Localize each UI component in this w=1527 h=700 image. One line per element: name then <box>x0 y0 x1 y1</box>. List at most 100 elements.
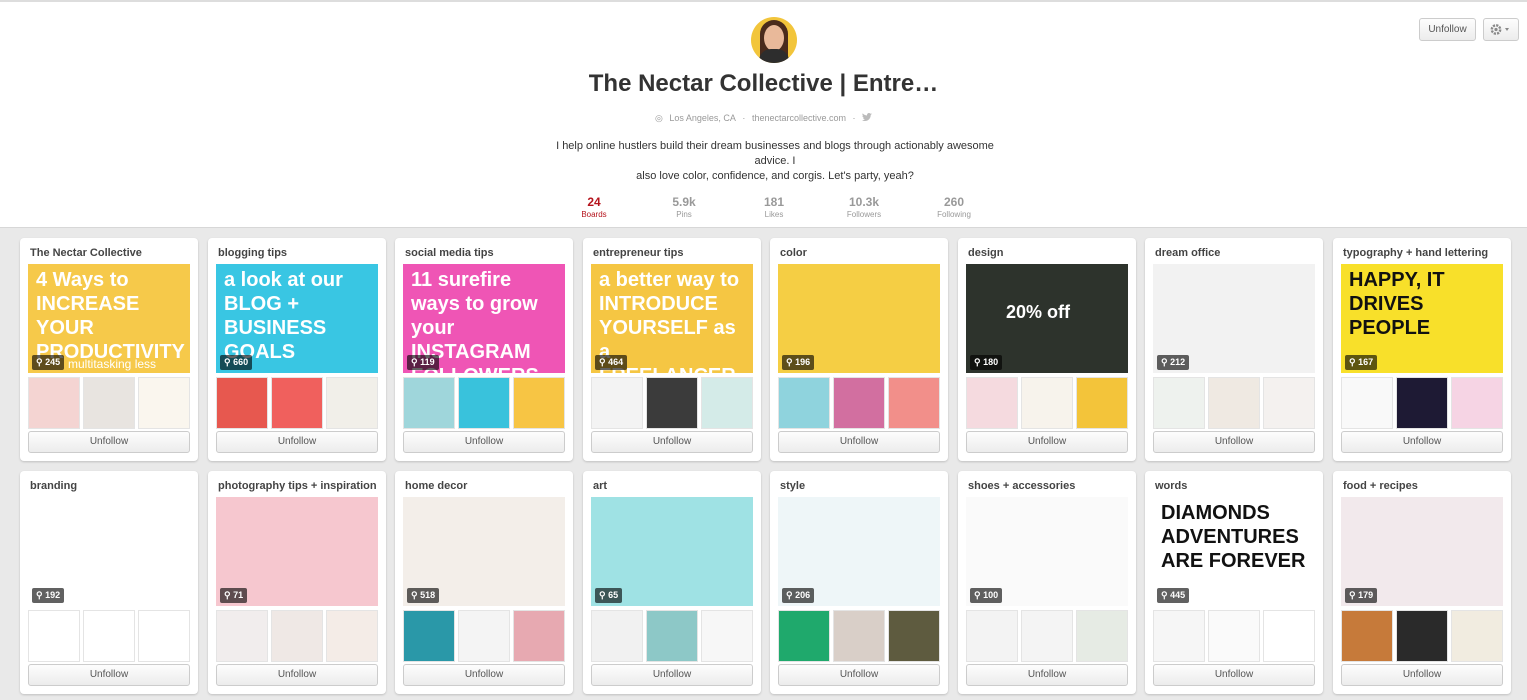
board-name[interactable]: home decor <box>405 480 565 492</box>
unfollow-board-button[interactable]: Unfollow <box>591 664 753 686</box>
board-name[interactable]: style <box>780 480 940 492</box>
board-card[interactable]: typography + hand lettering HAPPY, IT DRI… <box>1333 238 1511 461</box>
unfollow-board-button[interactable]: Unfollow <box>966 431 1128 453</box>
board-thumbnail[interactable] <box>1208 610 1260 662</box>
unfollow-board-button[interactable]: Unfollow <box>778 431 940 453</box>
stat-pins[interactable]: 5.9k Pins <box>654 195 714 219</box>
board-card[interactable]: dream office ⚲ 212 Unfollow <box>1145 238 1323 461</box>
board-thumbnail[interactable] <box>1396 610 1448 662</box>
unfollow-board-button[interactable]: Unfollow <box>1341 664 1503 686</box>
board-thumbnail[interactable] <box>1076 377 1128 429</box>
board-thumbnail[interactable] <box>1021 610 1073 662</box>
board-name[interactable]: art <box>593 480 753 492</box>
board-name[interactable]: shoes + accessories <box>968 480 1128 492</box>
board-thumbnail[interactable] <box>138 377 190 429</box>
board-cover-image[interactable]: 20% off ⚲ 180 <box>966 264 1128 373</box>
unfollow-profile-button[interactable]: Unfollow <box>1419 18 1476 41</box>
board-card[interactable]: art ⚲ 65 Unfollow <box>583 471 761 694</box>
board-thumbnail[interactable] <box>271 610 323 662</box>
board-card[interactable]: words DIAMONDS ADVENTURES ARE FOREVER ⚲ 44… <box>1145 471 1323 694</box>
board-thumbnail[interactable] <box>458 610 510 662</box>
unfollow-board-button[interactable]: Unfollow <box>1153 431 1315 453</box>
twitter-icon[interactable] <box>862 113 873 123</box>
board-thumbnail[interactable] <box>28 610 80 662</box>
board-thumbnail[interactable] <box>1396 377 1448 429</box>
board-thumbnail[interactable] <box>778 377 830 429</box>
stat-following[interactable]: 260 Following <box>924 195 984 219</box>
board-card[interactable]: photography tips + inspiration ⚲ 71 Unfoll… <box>208 471 386 694</box>
board-name[interactable]: photography tips + inspiration <box>218 480 378 492</box>
board-thumbnail[interactable] <box>1021 377 1073 429</box>
board-card[interactable]: blogging tips a look at our BLOG + BUSINE… <box>208 238 386 461</box>
board-thumbnail[interactable] <box>28 377 80 429</box>
board-name[interactable]: entrepreneur tips <box>593 247 753 259</box>
board-thumbnail[interactable] <box>966 610 1018 662</box>
board-name[interactable]: typography + hand lettering <box>1343 247 1503 259</box>
board-card[interactable]: food + recipes ⚲ 179 Unfollow <box>1333 471 1511 694</box>
board-thumbnail[interactable] <box>701 377 753 429</box>
stat-boards[interactable]: 24 Boards <box>564 195 624 219</box>
board-card[interactable]: branding ⚲ 192 Unfollow <box>20 471 198 694</box>
board-name[interactable]: branding <box>30 480 190 492</box>
board-cover-image[interactable]: 4 Ways to INCREASE YOUR PRODUCTIVITY mult… <box>28 264 190 373</box>
settings-menu-button[interactable] <box>1483 18 1519 41</box>
board-thumbnail[interactable] <box>646 610 698 662</box>
board-cover-image[interactable]: ⚲ 212 <box>1153 264 1315 373</box>
board-name[interactable]: blogging tips <box>218 247 378 259</box>
board-thumbnail[interactable] <box>513 377 565 429</box>
board-thumbnail[interactable] <box>326 377 378 429</box>
unfollow-board-button[interactable]: Unfollow <box>591 431 753 453</box>
board-card[interactable]: color ⚲ 196 Unfollow <box>770 238 948 461</box>
board-card[interactable]: home decor ⚲ 518 Unfollow <box>395 471 573 694</box>
board-name[interactable]: social media tips <box>405 247 565 259</box>
board-thumbnail[interactable] <box>138 610 190 662</box>
board-card[interactable]: shoes + accessories ⚲ 100 Unfollow <box>958 471 1136 694</box>
unfollow-board-button[interactable]: Unfollow <box>28 664 190 686</box>
stat-likes[interactable]: 181 Likes <box>744 195 804 219</box>
unfollow-board-button[interactable]: Unfollow <box>403 431 565 453</box>
board-thumbnail[interactable] <box>833 610 885 662</box>
board-card[interactable]: The Nectar Collective 4 Ways to INCREASE … <box>20 238 198 461</box>
board-cover-image[interactable]: ⚲ 100 <box>966 497 1128 606</box>
board-thumbnail[interactable] <box>646 377 698 429</box>
board-thumbnail[interactable] <box>966 377 1018 429</box>
board-thumbnail[interactable] <box>1208 377 1260 429</box>
board-name[interactable]: color <box>780 247 940 259</box>
board-thumbnail[interactable] <box>403 610 455 662</box>
avatar[interactable] <box>751 17 797 63</box>
board-cover-image[interactable]: a look at our BLOG + BUSINESS GOALS ⚲ 660 <box>216 264 378 373</box>
board-thumbnail[interactable] <box>701 610 753 662</box>
board-thumbnail[interactable] <box>83 610 135 662</box>
board-card[interactable]: design 20% off ⚲ 180 Unfollow <box>958 238 1136 461</box>
board-thumbnail[interactable] <box>1153 377 1205 429</box>
board-thumbnail[interactable] <box>1451 610 1503 662</box>
board-cover-image[interactable]: ⚲ 192 <box>28 497 190 606</box>
board-name[interactable]: design <box>968 247 1128 259</box>
board-thumbnail[interactable] <box>216 610 268 662</box>
unfollow-board-button[interactable]: Unfollow <box>216 664 378 686</box>
board-name[interactable]: dream office <box>1155 247 1315 259</box>
board-thumbnail[interactable] <box>888 377 940 429</box>
board-name[interactable]: The Nectar Collective <box>30 247 190 259</box>
board-thumbnail[interactable] <box>888 610 940 662</box>
unfollow-board-button[interactable]: Unfollow <box>1153 664 1315 686</box>
board-card[interactable]: entrepreneur tips a better way to INTRODU… <box>583 238 761 461</box>
board-thumbnail[interactable] <box>1076 610 1128 662</box>
stat-followers[interactable]: 10.3k Followers <box>834 195 894 219</box>
board-cover-image[interactable]: ⚲ 179 <box>1341 497 1503 606</box>
unfollow-board-button[interactable]: Unfollow <box>1341 431 1503 453</box>
board-thumbnail[interactable] <box>591 377 643 429</box>
board-thumbnail[interactable] <box>458 377 510 429</box>
unfollow-board-button[interactable]: Unfollow <box>216 431 378 453</box>
unfollow-board-button[interactable]: Unfollow <box>403 664 565 686</box>
board-thumbnail[interactable] <box>271 377 323 429</box>
board-thumbnail[interactable] <box>1263 610 1315 662</box>
board-thumbnail[interactable] <box>1451 377 1503 429</box>
board-thumbnail[interactable] <box>326 610 378 662</box>
board-thumbnail[interactable] <box>403 377 455 429</box>
board-cover-image[interactable]: DIAMONDS ADVENTURES ARE FOREVER ⚲ 445 <box>1153 497 1315 606</box>
board-cover-image[interactable]: ⚲ 518 <box>403 497 565 606</box>
board-thumbnail[interactable] <box>1341 377 1393 429</box>
board-cover-image[interactable]: ⚲ 65 <box>591 497 753 606</box>
board-cover-image[interactable]: HAPPY, IT DRIVES PEOPLE ⚲ 167 <box>1341 264 1503 373</box>
